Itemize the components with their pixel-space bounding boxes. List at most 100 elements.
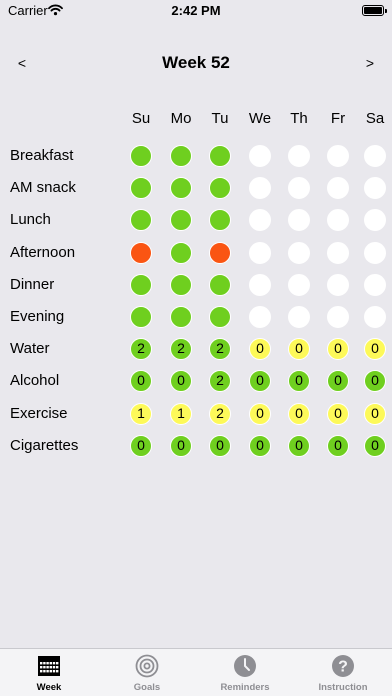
status-dot[interactable]: 0 — [170, 434, 192, 457]
row-label: Exercise — [10, 404, 68, 422]
status-dot[interactable] — [249, 209, 271, 232]
question-icon: ? — [332, 655, 354, 677]
status-dot[interactable] — [288, 177, 310, 200]
day-header: Th — [290, 110, 308, 127]
status-dot[interactable] — [364, 306, 386, 328]
status-dot[interactable]: 2 — [209, 338, 231, 361]
status-dot[interactable]: 0 — [249, 338, 271, 361]
calendar-grid-icon — [38, 656, 60, 676]
row-label: AM snack — [10, 179, 76, 197]
status-dot[interactable] — [288, 273, 310, 296]
status-dot[interactable]: 0 — [327, 370, 349, 393]
status-dot[interactable] — [209, 306, 231, 328]
row-label: Dinner — [10, 275, 55, 293]
status-dot[interactable]: 2 — [209, 402, 231, 425]
status-dot[interactable] — [130, 177, 152, 200]
status-dot[interactable]: 0 — [288, 338, 310, 361]
tab-instruction[interactable]: ? Instruction — [294, 649, 392, 696]
status-dot[interactable] — [170, 177, 192, 200]
status-dot[interactable]: 0 — [288, 434, 310, 457]
status-dot[interactable] — [209, 273, 231, 296]
status-dot[interactable] — [170, 306, 192, 328]
status-dot[interactable]: 0 — [327, 402, 349, 425]
status-dot[interactable] — [327, 273, 349, 296]
status-dot[interactable]: 0 — [364, 338, 386, 361]
status-dot[interactable] — [327, 177, 349, 200]
status-dot[interactable] — [130, 145, 152, 167]
status-dot[interactable] — [130, 209, 152, 232]
day-header: Sa — [365, 110, 385, 127]
status-dot[interactable]: 2 — [130, 338, 152, 361]
tab-week[interactable]: Week — [0, 649, 98, 696]
status-dot[interactable] — [130, 306, 152, 328]
status-dot[interactable] — [364, 241, 386, 264]
status-dot[interactable]: 0 — [209, 434, 231, 457]
status-dot[interactable] — [288, 241, 310, 264]
tab-instruction-label: Instruction — [318, 682, 368, 693]
tab-reminders[interactable]: Reminders — [196, 649, 294, 696]
status-dot[interactable] — [364, 273, 386, 296]
status-dot[interactable] — [209, 209, 231, 232]
status-dot[interactable] — [249, 241, 271, 264]
status-dot[interactable] — [288, 145, 310, 167]
status-dot[interactable] — [130, 241, 152, 264]
status-dot[interactable]: 0 — [288, 402, 310, 425]
tab-goals[interactable]: Goals — [98, 649, 196, 696]
status-dot[interactable] — [249, 306, 271, 328]
week-title: Week 52 — [162, 53, 230, 72]
status-dot[interactable]: 0 — [249, 434, 271, 457]
tab-goals-label: Goals — [133, 682, 161, 693]
status-dot[interactable] — [249, 177, 271, 200]
status-dot[interactable]: 0 — [130, 434, 152, 457]
status-dot[interactable] — [288, 306, 310, 328]
status-dot[interactable]: 0 — [170, 370, 192, 393]
row-label: Cigarettes — [10, 436, 79, 454]
status-dot[interactable] — [209, 145, 231, 167]
next-week-button[interactable]: > — [357, 52, 383, 74]
status-dot[interactable]: 1 — [170, 402, 192, 425]
status-dot[interactable] — [170, 145, 192, 167]
status-dot[interactable] — [364, 209, 386, 232]
status-dot[interactable]: 0 — [364, 434, 386, 457]
status-dot[interactable] — [170, 273, 192, 296]
status-dot[interactable]: 0 — [249, 402, 271, 425]
tab-reminders-label: Reminders — [220, 682, 270, 693]
row-label: Breakfast — [10, 147, 74, 164]
clock-icon — [234, 655, 256, 677]
status-dot[interactable]: 0 — [327, 338, 349, 361]
status-dot[interactable]: 0 — [288, 370, 310, 393]
status-dot[interactable] — [327, 306, 349, 328]
status-dot[interactable] — [249, 145, 271, 167]
day-header: Fr — [330, 110, 346, 127]
status-dot[interactable]: 2 — [170, 338, 192, 361]
status-dot[interactable]: 0 — [327, 434, 349, 457]
day-header: Tu — [211, 110, 229, 127]
status-time: 2:42 PM — [171, 3, 221, 18]
status-dot[interactable] — [130, 273, 152, 296]
status-dot[interactable] — [327, 209, 349, 232]
row-label: Lunch — [10, 211, 51, 229]
status-dot[interactable] — [209, 177, 231, 200]
battery-icon — [362, 5, 387, 16]
status-dot[interactable] — [288, 209, 310, 232]
row-label: Water — [10, 340, 50, 358]
status-dot[interactable]: 0 — [364, 402, 386, 425]
status-dot[interactable] — [249, 273, 271, 296]
row-label: Afternoon — [10, 243, 76, 261]
status-dot[interactable] — [327, 145, 349, 167]
status-dot[interactable]: 2 — [209, 370, 231, 393]
tab-week-label: Week — [36, 682, 62, 693]
status-dot[interactable]: 0 — [130, 370, 152, 393]
status-dot[interactable] — [364, 177, 386, 200]
status-dot[interactable] — [209, 241, 231, 264]
row-label: Evening — [10, 308, 65, 325]
status-dot[interactable] — [170, 209, 192, 232]
target-icon — [135, 654, 159, 678]
status-dot[interactable]: 0 — [249, 370, 271, 393]
status-dot[interactable]: 0 — [364, 370, 386, 393]
status-dot[interactable] — [327, 241, 349, 264]
status-dot[interactable]: 1 — [130, 402, 152, 425]
row-label: Alcohol — [10, 372, 60, 390]
status-dot[interactable] — [364, 145, 386, 167]
status-dot[interactable] — [170, 241, 192, 264]
